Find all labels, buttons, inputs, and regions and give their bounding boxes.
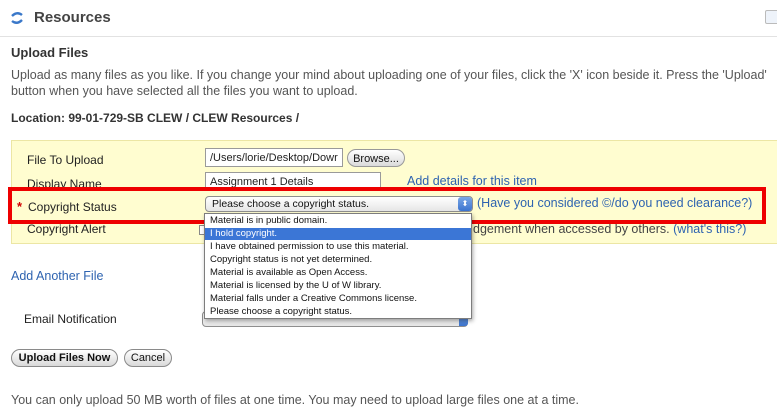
copyright-status-select[interactable]: Please choose a copyright status. (205, 196, 473, 212)
copyright-option-highlighted[interactable]: I hold copyright. (205, 228, 471, 240)
add-details-link[interactable]: Add details for this item (407, 174, 537, 188)
select-updown-icon[interactable]: ⬍ (458, 197, 472, 211)
file-to-upload-label: File To Upload (27, 153, 104, 167)
copyright-alert-text: dgement when accessed by others. (what's… (473, 222, 746, 236)
copyright-option[interactable]: Material is available as Open Access. (205, 267, 471, 279)
resources-swirl-icon (11, 12, 23, 24)
copyright-status-label: Copyright Status (28, 200, 117, 214)
section-title: Upload Files (11, 45, 89, 60)
location-path: Location: 99-01-729-SB CLEW / CLEW Resou… (11, 111, 300, 125)
whats-this-link[interactable]: (what's this?) (673, 222, 746, 236)
email-notification-label: Email Notification (24, 312, 117, 326)
browse-button[interactable]: Browse... (347, 149, 405, 167)
copyright-option[interactable]: Material falls under a Creative Commons … (205, 293, 471, 305)
copyright-option[interactable]: Copyright status is not yet determined. (205, 254, 471, 266)
copyright-dropdown-list: Material is in public domain. I hold cop… (204, 213, 472, 319)
header-corner-button[interactable] (765, 10, 777, 24)
page-title: Resources (34, 9, 111, 26)
add-another-file-link[interactable]: Add Another File (11, 269, 103, 283)
page-header (0, 0, 777, 37)
copyright-option[interactable]: Please choose a copyright status. (205, 306, 471, 318)
copyright-alert-description: dgement when accessed by others. (473, 222, 670, 236)
clearance-link[interactable]: (Have you considered ©/do you need clear… (477, 196, 752, 210)
file-path-input[interactable]: /Users/lorie/Desktop/Dowr (205, 148, 343, 167)
required-asterisk: * (17, 199, 23, 214)
copyright-option[interactable]: Material is licensed by the U of W libra… (205, 280, 471, 292)
copyright-alert-label: Copyright Alert (27, 222, 106, 236)
copyright-option[interactable]: I have obtained permission to use this m… (205, 241, 471, 253)
upload-size-note: You can only upload 50 MB worth of files… (11, 393, 579, 407)
upload-files-now-button[interactable]: Upload Files Now (11, 349, 118, 367)
instructions-text: Upload as many files as you like. If you… (11, 68, 767, 98)
cancel-button[interactable]: Cancel (124, 349, 172, 367)
copyright-option[interactable]: Material is in public domain. (205, 215, 471, 227)
